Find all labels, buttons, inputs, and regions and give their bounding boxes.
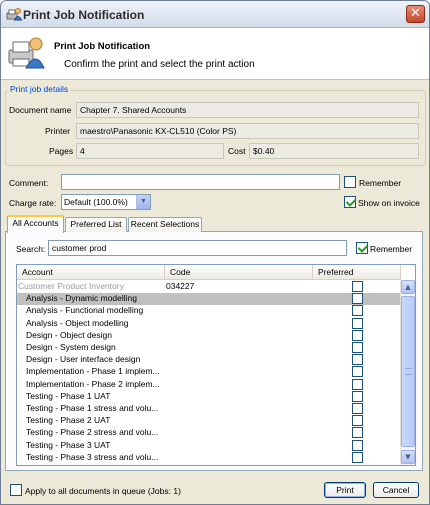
account-cell: Design - User interface design [26,354,141,365]
close-icon: ✕ [410,6,421,21]
comment-remember-label: Remember [359,178,402,188]
show-on-invoice-checkbox[interactable] [344,196,356,208]
preferred-checkbox[interactable] [352,342,363,353]
vertical-scrollbar[interactable]: ▲ ▼ [400,280,415,465]
cancel-button[interactable]: Cancel [373,482,419,498]
preferred-checkbox[interactable] [352,378,363,390]
table-row[interactable]: Testing - Phase 2 UAT [17,415,401,427]
print-job-details-legend: Print job details [8,84,71,94]
account-cell: Implementation - Phase 1 implem... [26,366,160,377]
charge-rate-select[interactable]: Default (100.0%) ▼ [61,194,151,210]
grip-icon [405,368,412,375]
comment-label: Comment: [9,178,49,188]
charge-rate-value: Default (100.0%) [64,197,128,207]
search-remember-label: Remember [370,244,413,254]
column-header-preferred[interactable]: Preferred [313,265,401,280]
table-row[interactable]: Testing - Phase 3 UAT [17,439,401,452]
account-cell: Analysis - Dynamic modelling [26,293,138,304]
preferred-checkbox[interactable] [352,329,363,341]
header-title: Print Job Notification [54,41,151,52]
code-cell: 034227 [166,281,195,291]
accounts-table: Account Code Preferred Customer Product … [16,264,416,466]
table-row[interactable]: Testing - Phase 1 UAT [17,390,401,403]
account-cell: Design - System design [26,342,116,352]
pages-field: 4 [76,143,224,159]
print-job-notification-window: Print Job Notification ✕ Print Job Notif… [0,0,430,505]
table-row[interactable]: Customer Product Inventory 034227 [17,281,401,293]
account-cell: Design - Object design [26,329,112,340]
table-row[interactable]: Analysis - Dynamic modelling [17,293,401,306]
account-cell: Analysis - Object modelling [26,317,129,328]
preferred-checkbox[interactable] [352,439,363,451]
preferred-checkbox[interactable] [352,281,363,292]
account-cell: Analysis - Functional modelling [26,305,144,316]
comment-input[interactable] [61,174,340,190]
preferred-checkbox[interactable] [352,354,363,366]
preferred-checkbox[interactable] [352,415,363,427]
tab-all-accounts[interactable]: All Accounts [7,215,64,233]
table-row[interactable]: Testing - Phase 3 stress and volu... [17,451,401,464]
table-row[interactable]: Testing - Phase 2 stress and volu... [17,427,401,439]
preferred-checkbox[interactable] [352,305,363,317]
column-header-code[interactable]: Code [165,265,313,280]
account-cell: Implementation - Phase 2 implem... [26,378,160,389]
account-cell: Testing - Phase 1 stress and volu... [26,403,159,413]
table-row[interactable]: Design - Object design [17,329,401,342]
document-name-field: Chapter 7. Shared Accounts [76,102,419,118]
printer-field: maestro\Panasonic KX-CL510 (Color PS) [76,123,419,139]
preferred-checkbox[interactable] [352,390,363,402]
show-on-invoice-label: Show on invoice [358,198,420,208]
print-button[interactable]: Print [324,482,366,498]
chevron-up-icon[interactable]: ▲ [401,280,415,294]
charge-rate-label: Charge rate: [9,198,57,208]
apply-to-all-checkbox[interactable] [10,484,22,496]
account-cell: Testing - Phase 3 stress and volu... [26,451,159,462]
pages-label: Pages [49,146,74,156]
search-input[interactable]: customer prod [48,240,347,256]
table-header: Account Code Preferred [17,265,401,280]
search-label: Search: [16,244,46,254]
title-bar[interactable]: Print Job Notification ✕ [1,1,429,28]
chevron-down-icon[interactable]: ▼ [401,450,415,464]
cost-label: Cost [228,146,246,156]
account-cell: Customer Product Inventory [18,281,124,291]
preferred-checkbox[interactable] [352,366,363,378]
preferred-checkbox[interactable] [352,427,363,439]
account-cell: Testing - Phase 3 UAT [26,439,111,450]
account-cell: Testing - Phase 2 UAT [26,415,111,426]
window-title: Print Job Notification [23,8,145,22]
table-row[interactable]: Testing - Phase 1 stress and volu... [17,403,401,415]
preferred-checkbox[interactable] [352,451,363,463]
column-header-account[interactable]: Account [17,265,165,280]
preferred-checkbox[interactable] [352,293,363,305]
table-row[interactable]: Implementation - Phase 2 implem... [17,378,401,391]
table-row[interactable]: Design - User interface design [17,354,401,366]
account-cell: Testing - Phase 1 UAT [26,390,111,401]
comment-remember-checkbox[interactable] [344,176,356,188]
search-remember-checkbox[interactable] [356,242,368,254]
tab-recent-selections[interactable]: Recent Selections [128,217,202,232]
preferred-checkbox[interactable] [352,403,363,414]
account-cell: Testing - Phase 2 stress and volu... [26,427,159,438]
printer-label: Printer [45,126,71,136]
tab-preferred-list[interactable]: Preferred List [65,217,127,232]
header-banner: Print Job Notification Confirm the print… [1,28,429,80]
table-row[interactable]: Analysis - Object modelling [17,317,401,330]
header-subtitle: Confirm the print and select the print a… [64,59,255,70]
table-row[interactable]: Implementation - Phase 1 implem... [17,366,401,378]
apply-to-all-label: Apply to all documents in queue (Jobs: 1… [25,486,181,496]
preferred-checkbox[interactable] [352,317,363,329]
document-name-label: Document name [9,105,72,115]
cost-field: $0.40 [249,143,419,159]
table-row[interactable]: Design - System design [17,342,401,354]
close-button[interactable]: ✕ [406,5,425,23]
scrollbar-thumb[interactable] [401,296,415,447]
chevron-down-icon[interactable]: ▼ [136,195,150,209]
table-row[interactable]: Analysis - Functional modelling [17,305,401,317]
code-cell [166,293,312,306]
printer-user-icon [8,37,45,69]
printer-user-icon [6,8,22,21]
